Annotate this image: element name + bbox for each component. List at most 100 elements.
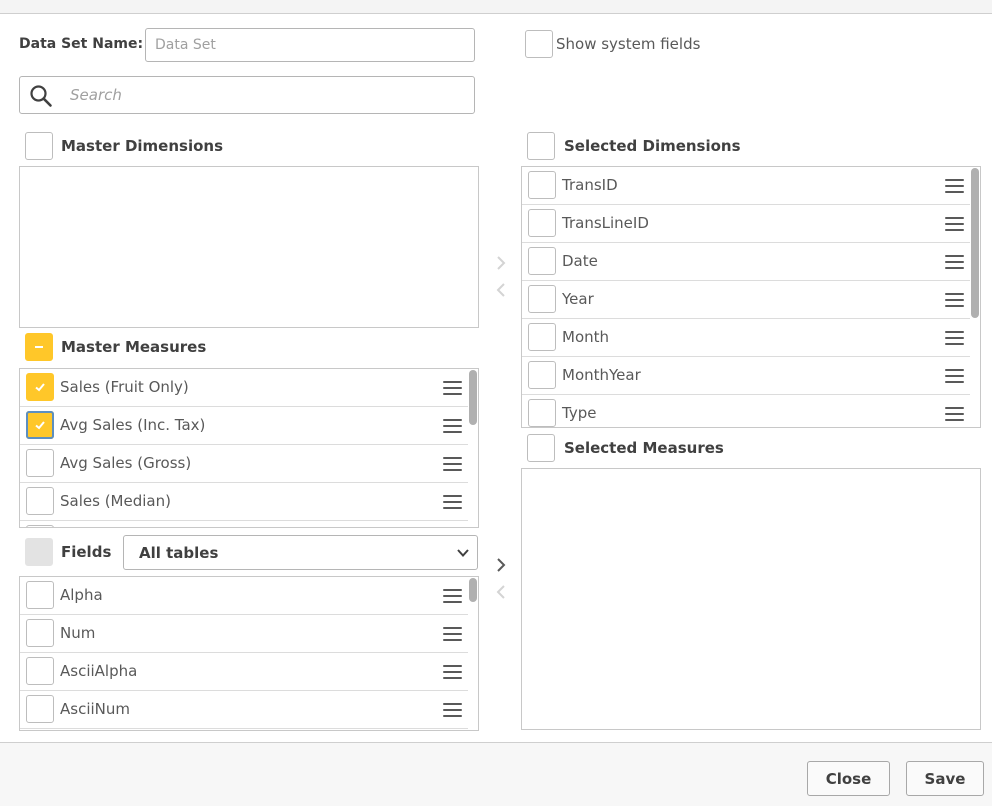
- item-checkbox[interactable]: [528, 209, 556, 237]
- item-checkbox[interactable]: [26, 619, 54, 647]
- fields-scrollbar[interactable]: [469, 578, 477, 602]
- item-label: MonthYear: [562, 366, 641, 384]
- selected-dimensions-scrollbar[interactable]: [971, 168, 979, 318]
- fields-title: Fields: [61, 543, 112, 561]
- item-label: Sales (Fruit Only): [60, 378, 189, 396]
- item-checkbox[interactable]: [26, 487, 54, 515]
- item-checkbox[interactable]: [26, 581, 54, 609]
- list-item[interactable]: Month: [522, 319, 970, 357]
- item-label: AsciiAlpha: [60, 662, 138, 680]
- list-item[interactable]: AsciiAlpha: [20, 653, 468, 691]
- search-icon: [30, 85, 52, 107]
- list-item[interactable]: Sales (Median): [20, 483, 468, 521]
- item-checkbox[interactable]: [528, 171, 556, 199]
- master-dimensions-list[interactable]: [19, 166, 479, 328]
- table-select[interactable]: All tables: [123, 535, 478, 570]
- item-checkbox[interactable]: [26, 373, 54, 401]
- drag-handle-icon[interactable]: [945, 293, 964, 307]
- chevron-down-icon: [457, 549, 469, 557]
- drag-handle-icon[interactable]: [945, 331, 964, 345]
- minus-icon: [35, 346, 43, 348]
- item-checkbox[interactable]: [26, 411, 54, 439]
- item-label: Sales (Median): [60, 492, 171, 510]
- item-label: Date: [562, 252, 598, 270]
- item-label: Num: [60, 624, 96, 642]
- check-icon: [35, 421, 45, 430]
- item-label: Avg Sales (Inc. Tax): [60, 416, 206, 434]
- search-input[interactable]: [70, 80, 465, 110]
- check-icon: [35, 383, 45, 392]
- list-item[interactable]: AsciiNum: [20, 691, 468, 729]
- item-label: Avg Sales (Gross): [60, 454, 192, 472]
- master-measures-title: Master Measures: [61, 338, 207, 356]
- item-label: Month: [562, 328, 610, 346]
- move-measure-left-chevron-left-icon[interactable]: [494, 583, 508, 601]
- fields-list[interactable]: Alpha Num AsciiAlpha AsciiNum: [19, 576, 479, 731]
- master-dimensions-select-all-checkbox[interactable]: [25, 132, 53, 160]
- dialog-footer: Close Save: [0, 742, 992, 806]
- selected-measures-title: Selected Measures: [564, 439, 724, 457]
- drag-handle-icon[interactable]: [443, 589, 462, 603]
- drag-handle-icon[interactable]: [443, 627, 462, 641]
- list-item[interactable]: Num: [20, 615, 468, 653]
- close-button[interactable]: Close: [807, 761, 890, 796]
- table-select-value: All tables: [139, 544, 219, 562]
- item-checkbox[interactable]: [26, 449, 54, 477]
- item-checkbox[interactable]: [528, 399, 556, 427]
- selected-dimensions-list[interactable]: TransID TransLineID Date Year Month Mont…: [521, 166, 981, 428]
- drag-handle-icon[interactable]: [443, 419, 462, 433]
- list-item[interactable]: Avg Sales (Inc. Tax): [20, 407, 468, 445]
- show-system-fields-label: Show system fields: [556, 35, 701, 53]
- drag-handle-icon[interactable]: [945, 217, 964, 231]
- item-label: Alpha: [60, 586, 103, 604]
- fields-select-all-checkbox: [25, 538, 53, 566]
- item-checkbox[interactable]: [528, 323, 556, 351]
- selected-dimensions-select-all-checkbox[interactable]: [527, 132, 555, 160]
- item-checkbox[interactable]: [528, 247, 556, 275]
- list-item[interactable]: TransID: [522, 167, 970, 205]
- item-checkbox[interactable]: [528, 361, 556, 389]
- drag-handle-icon[interactable]: [443, 665, 462, 679]
- master-dimensions-title: Master Dimensions: [61, 137, 223, 155]
- drag-handle-icon[interactable]: [945, 179, 964, 193]
- drag-handle-icon[interactable]: [945, 407, 964, 421]
- dataset-name-input[interactable]: [145, 28, 475, 62]
- drag-handle-icon[interactable]: [443, 457, 462, 471]
- move-dimension-left-chevron-left-icon[interactable]: [494, 281, 508, 299]
- move-measure-right-chevron-right-icon[interactable]: [494, 556, 508, 574]
- master-measures-list[interactable]: Sales (Fruit Only) Avg Sales (Inc. Tax) …: [19, 368, 479, 528]
- list-item[interactable]: TransLineID: [522, 205, 970, 243]
- item-label: TransLineID: [562, 214, 649, 232]
- master-measures-scrollbar[interactable]: [469, 370, 477, 425]
- selected-measures-list[interactable]: [521, 468, 981, 730]
- list-item-partial: [20, 521, 468, 527]
- save-button[interactable]: Save: [906, 761, 984, 796]
- selected-measures-select-all-checkbox[interactable]: [527, 434, 555, 462]
- list-item[interactable]: Year: [522, 281, 970, 319]
- drag-handle-icon[interactable]: [945, 255, 964, 269]
- move-dimension-right-chevron-right-icon[interactable]: [494, 254, 508, 272]
- master-measures-select-all-checkbox[interactable]: [25, 333, 53, 361]
- dialog-top-bar: [0, 0, 992, 14]
- list-item[interactable]: Alpha: [20, 577, 468, 615]
- item-checkbox: [26, 525, 54, 527]
- dataset-name-label: Data Set Name:: [19, 36, 144, 52]
- selected-dimensions-title: Selected Dimensions: [564, 137, 741, 155]
- item-label: AsciiNum: [60, 700, 130, 718]
- show-system-fields-checkbox[interactable]: [525, 30, 553, 58]
- search-box[interactable]: [19, 76, 475, 114]
- list-item[interactable]: Type: [522, 395, 970, 427]
- list-item[interactable]: Date: [522, 243, 970, 281]
- item-checkbox[interactable]: [26, 695, 54, 723]
- drag-handle-icon[interactable]: [443, 495, 462, 509]
- drag-handle-icon[interactable]: [443, 381, 462, 395]
- list-item[interactable]: Sales (Fruit Only): [20, 369, 468, 407]
- item-checkbox[interactable]: [528, 285, 556, 313]
- drag-handle-icon[interactable]: [945, 369, 964, 383]
- list-item[interactable]: MonthYear: [522, 357, 970, 395]
- item-label: Type: [562, 404, 597, 422]
- drag-handle-icon[interactable]: [443, 703, 462, 717]
- list-item[interactable]: Avg Sales (Gross): [20, 445, 468, 483]
- item-label: TransID: [562, 176, 618, 194]
- item-checkbox[interactable]: [26, 657, 54, 685]
